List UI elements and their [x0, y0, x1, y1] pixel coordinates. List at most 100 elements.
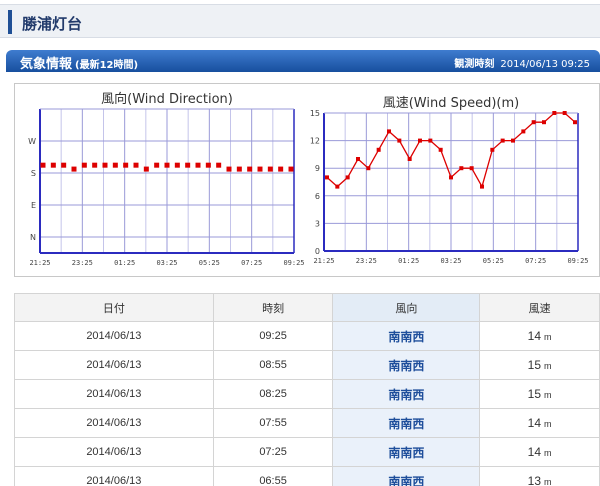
wind-speed-point — [449, 175, 453, 180]
header-time: 時刻 — [212, 293, 334, 322]
wind-direction-point — [257, 166, 263, 172]
wind-speed-point — [531, 120, 536, 125]
chart-y-tick-label: N — [30, 233, 36, 242]
cell-speed: 14 m — [479, 408, 600, 438]
wind-direction-point — [50, 162, 56, 168]
table-header-row: 日付 時刻 風向 風速 — [14, 293, 600, 322]
wind-speed-point — [562, 111, 567, 115]
station-title-bar: 勝浦灯台 — [0, 4, 600, 38]
chart-x-tick-label: 01:25 — [114, 259, 135, 267]
cell-date: 2014/06/13 — [14, 466, 214, 486]
chart-y-tick-label: 6 — [315, 192, 320, 201]
table-row: 2014/06/13 08:55 南南西 15 m — [14, 350, 600, 380]
weather-title: 気象情報 (最新12時間) — [20, 53, 138, 72]
chart-y-tick-label: 12 — [310, 137, 320, 146]
cell-time: 07:55 — [212, 408, 334, 438]
wind-speed-point — [345, 175, 350, 180]
wind-direction-point — [40, 162, 46, 168]
cell-speed: 15 m — [479, 350, 600, 380]
chart-x-tick-label: 09:25 — [283, 259, 304, 267]
wind-direction-point — [143, 166, 149, 172]
chart-x-tick-label: 07:25 — [525, 257, 546, 265]
chart-x-tick-label: 09:25 — [567, 257, 588, 265]
table-row: 2014/06/13 09:25 南南西 14 m — [14, 321, 600, 351]
cell-date: 2014/06/13 — [14, 437, 214, 467]
chart-x-tick-label: 03:25 — [156, 259, 177, 267]
weather-table: 日付 時刻 風向 風速 2014/06/13 09:25 南南西 14 m 2014/06… — [14, 293, 600, 486]
wind-direction-point — [71, 166, 77, 172]
wind-speed-point — [418, 138, 422, 143]
wind-speed-point — [552, 111, 557, 115]
cell-direction: 南南西 — [332, 466, 481, 486]
page: 勝浦灯台 気象情報 (最新12時間) 観測時刻 2014/06/13 09:25 風… — [0, 0, 600, 486]
cell-speed: 14 m — [479, 321, 600, 351]
chart-title-1: 風速(Wind Speed)(m) — [383, 96, 520, 111]
wind-speed-point — [356, 157, 360, 161]
wind-direction-point — [102, 162, 108, 168]
chart-x-tick-label: 01:25 — [398, 257, 419, 265]
wind-speed-point — [490, 147, 495, 152]
cell-date: 2014/06/13 — [14, 350, 214, 380]
chart-panel: 風向(Wind Direction) 21:25 23:25 01:25 03:25 05… — [14, 83, 600, 277]
wind-speed-point — [325, 175, 329, 180]
cell-direction: 南南西 — [332, 321, 481, 351]
wind-speed-point — [469, 166, 474, 171]
chart-y-tick-label: 3 — [315, 219, 320, 228]
wind-speed-point — [407, 157, 412, 161]
observation-time-value: 2014/06/13 09:25 — [500, 59, 590, 70]
wind-direction-point — [247, 166, 253, 172]
weather-subtitle: (最新12時間) — [75, 60, 139, 71]
wind-speed-point — [428, 138, 433, 143]
speed-value: 15 — [527, 358, 542, 372]
table-row: 2014/06/13 07:25 南南西 14 m — [14, 437, 600, 467]
table-row: 2014/06/13 07:55 南南西 14 m — [14, 408, 600, 438]
speed-unit: m — [544, 332, 552, 342]
wind-direction-point — [226, 166, 232, 172]
speed-value: 14 — [527, 445, 542, 459]
cell-speed: 14 m — [479, 437, 600, 467]
wind-direction-point — [236, 166, 242, 172]
chart-x-tick-label: 03:25 — [440, 257, 461, 265]
weather-section-header: 気象情報 (最新12時間) 観測時刻 2014/06/13 09:25 — [6, 50, 600, 72]
wind-speed-point — [376, 147, 381, 152]
chart-y-tick-label: 9 — [315, 164, 320, 173]
speed-unit: m — [544, 419, 552, 429]
chart-title-0: 風向(Wind Direction) — [101, 91, 233, 107]
wind-direction-point — [154, 162, 160, 168]
wind-speed-point — [521, 129, 526, 134]
cell-time: 07:25 — [212, 437, 334, 467]
wind-speed-point — [459, 166, 464, 171]
chart-x-tick-label: 23:25 — [356, 257, 377, 265]
wind-speed-point — [542, 120, 546, 125]
speed-unit: m — [544, 361, 552, 371]
cell-time: 06:55 — [212, 466, 334, 486]
weather-title-text: 気象情報 — [20, 57, 73, 72]
wind-direction-point — [205, 162, 211, 168]
wind-speed-point — [335, 184, 340, 189]
wind-speed-point — [438, 147, 443, 152]
wind-direction-point — [195, 162, 201, 168]
cell-date: 2014/06/13 — [14, 321, 214, 351]
wind-direction-point — [267, 166, 273, 172]
header-direction: 風向 — [332, 293, 481, 322]
chart-x-tick-label: 21:25 — [313, 257, 334, 265]
wind-speed-point — [397, 138, 402, 143]
charts-svg: 風向(Wind Direction) 21:25 23:25 01:25 03:25 05… — [28, 91, 588, 267]
observation-time: 観測時刻 2014/06/13 09:25 — [454, 55, 590, 70]
chart-y-tick-label: W — [28, 137, 36, 146]
speed-value: 15 — [527, 387, 542, 401]
header-speed: 風速 — [479, 293, 600, 322]
wind-direction-point — [81, 162, 87, 168]
cell-direction: 南南西 — [332, 437, 481, 467]
wind-direction-point — [133, 162, 139, 168]
chart-x-tick-label: 23:25 — [72, 259, 93, 267]
wind-direction-point — [92, 162, 98, 168]
cell-time: 08:55 — [212, 350, 334, 380]
chart-y-tick-label: 0 — [315, 247, 320, 256]
speed-unit: m — [544, 390, 552, 400]
cell-date: 2014/06/13 — [14, 379, 214, 409]
speed-unit: m — [544, 448, 552, 458]
speed-value: 14 — [527, 329, 542, 343]
wind-speed-point — [500, 138, 505, 143]
cell-time: 09:25 — [212, 321, 334, 351]
